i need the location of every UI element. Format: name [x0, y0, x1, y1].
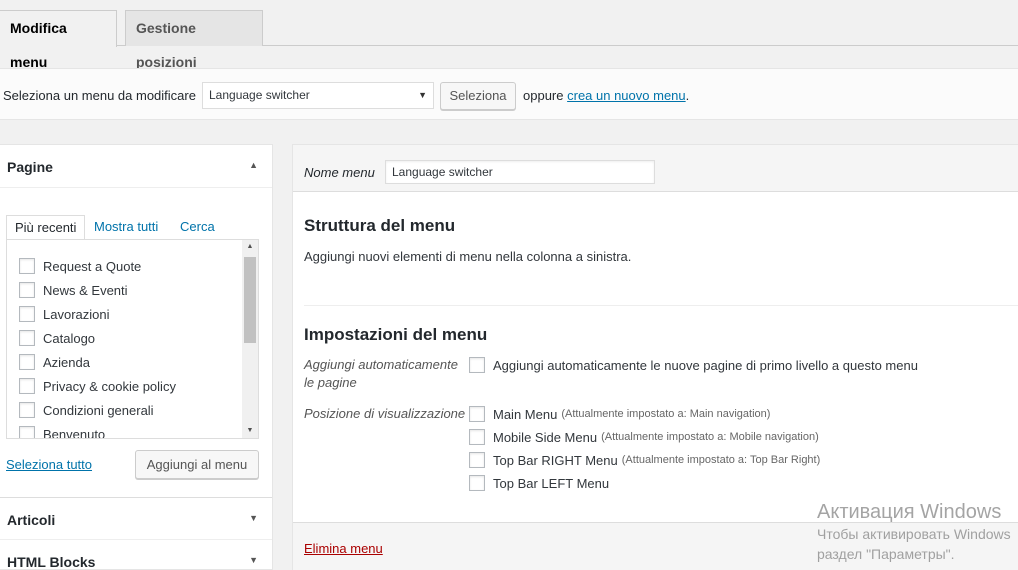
menu-name-label: Nome menu [304, 165, 375, 180]
accordion-articles-title: Articoli [7, 512, 56, 528]
location-note: (Attualmente impostato a: Top Bar Right) [621, 454, 821, 466]
menu-settings-title: Impostazioni del menu [304, 325, 488, 344]
location-name: Main Menu [493, 406, 558, 422]
menu-structure-title: Struttura del menu [304, 216, 456, 235]
expand-arrow-icon: ▼ [249, 513, 258, 523]
accordion-html-blocks-header[interactable]: HTML Blocks ▼ [0, 540, 272, 570]
dropdown-arrow-icon: ▼ [418, 90, 427, 100]
scroll-up-icon[interactable]: ▲ [242, 240, 258, 254]
page-label: Condizioni generali [43, 402, 154, 418]
windows-activation-watermark-line2: раздел "Параметры". [817, 546, 955, 562]
expand-arrow-icon: ▼ [249, 555, 258, 565]
subtab-search[interactable]: Cerca [180, 215, 215, 240]
divider [304, 305, 1018, 306]
page-label: Lavorazioni [43, 306, 110, 322]
list-item[interactable]: Catalogo [19, 328, 95, 348]
or-create-text: oppure crea un nuovo menu. [523, 88, 689, 103]
page-label: Request a Quote [43, 258, 142, 274]
add-menu-items-panel: Pagine ▲ Più recenti Mostra tutti Cerca … [0, 144, 273, 570]
scroll-down-icon[interactable]: ▼ [242, 424, 258, 438]
location-note: (Attualmente impostato a: Mobile navigat… [601, 431, 819, 443]
list-item[interactable]: News & Eventi [19, 280, 128, 300]
page-label: Azienda [43, 354, 90, 370]
page-checkbox[interactable] [19, 330, 35, 346]
page-checkbox[interactable] [19, 354, 35, 370]
windows-activation-watermark-line1: Чтобы активировать Windows [817, 526, 1011, 542]
page-label: News & Eventi [43, 282, 128, 298]
location-checkbox[interactable] [469, 452, 485, 468]
or-text: oppure [523, 88, 564, 103]
menu-name-bar: Nome menu Language switcher [293, 145, 1018, 192]
list-item[interactable]: Privacy & cookie policy [19, 376, 176, 396]
list-scrollbar[interactable]: ▲ ▼ [242, 240, 258, 438]
list-item[interactable]: Lavorazioni [19, 304, 110, 324]
location-checkbox[interactable] [469, 475, 485, 491]
page-checkbox[interactable] [19, 282, 35, 298]
menu-name-input[interactable]: Language switcher [385, 160, 655, 184]
tab-edit-menu[interactable]: Modifica menu [0, 10, 117, 70]
list-item[interactable]: Benvenuto [19, 424, 106, 439]
location-name: Top Bar LEFT Menu [493, 475, 610, 491]
display-location-label: Posizione di visualizzazione [304, 406, 466, 421]
list-item[interactable]: Request a Quote [19, 256, 141, 276]
subtab-most-recent[interactable]: Più recenti [6, 215, 85, 240]
select-menu-button[interactable]: Seleziona [440, 82, 516, 110]
delete-menu-link[interactable]: Elimina menu [304, 541, 383, 556]
list-item[interactable]: Azienda [19, 352, 90, 372]
subtab-view-all[interactable]: Mostra tutti [94, 215, 158, 240]
location-note: (Attualmente impostato a: Main navigatio… [561, 408, 771, 420]
accordion-articles-header[interactable]: Articoli ▼ [0, 497, 272, 540]
location-checkbox[interactable] [469, 406, 485, 422]
list-item[interactable]: Condizioni generali [19, 400, 154, 420]
select-all-link[interactable]: Seleziona tutto [6, 457, 92, 472]
menu-select-dropdown[interactable]: Language switcher ▼ [202, 82, 434, 109]
select-menu-label: Seleziona un menu da modificare [3, 88, 196, 103]
page-label: Catalogo [43, 330, 96, 346]
accordion-pages-title: Pagine [7, 159, 53, 175]
location-name: Top Bar RIGHT Menu [493, 452, 618, 468]
location-option-top-bar-right[interactable]: Top Bar RIGHT Menu (Attualmente impostat… [469, 451, 820, 469]
auto-add-pages-label: Aggiungi automaticamente le pagine [304, 357, 458, 390]
select-menu-bar: Seleziona un menu da modificare Language… [0, 68, 1018, 120]
auto-add-checkbox[interactable] [469, 357, 485, 373]
add-to-menu-button[interactable]: Aggiungi al menu [135, 450, 259, 479]
tab-manage-locations[interactable]: Gestione posizioni [125, 10, 263, 70]
page-checkbox[interactable] [19, 402, 35, 418]
page-checkbox[interactable] [19, 306, 35, 322]
page-label: Benvenuto [43, 426, 106, 439]
accordion-pages-header[interactable]: Pagine ▲ [0, 145, 272, 188]
location-checkbox[interactable] [469, 429, 485, 445]
page-label: Privacy & cookie policy [43, 378, 176, 394]
period: . [685, 88, 690, 103]
page-checkbox[interactable] [19, 426, 35, 438]
page-checkbox[interactable] [19, 378, 35, 394]
page-checkbox[interactable] [19, 258, 35, 274]
location-option-top-bar-left[interactable]: Top Bar LEFT Menu [469, 474, 609, 492]
location-option-mobile-side-menu[interactable]: Mobile Side Menu (Attualmente impostato … [469, 428, 819, 446]
auto-add-pages-option[interactable]: Aggiungi automaticamente le nuove pagine… [469, 356, 918, 374]
auto-add-option-label: Aggiungi automaticamente le nuove pagine… [493, 357, 918, 373]
pages-checklist[interactable]: Request a Quote News & Eventi Lavorazion… [6, 239, 259, 439]
windows-activation-watermark-title: Активация Windows [817, 501, 1002, 523]
collapse-arrow-icon: ▲ [249, 160, 258, 170]
menu-structure-description: Aggiungi nuovi elementi di menu nella co… [304, 249, 632, 264]
create-new-menu-link[interactable]: crea un nuovo menu [567, 88, 686, 103]
nav-tab-wrapper: Modifica menu Gestione posizioni [0, 0, 1018, 70]
scrollbar-thumb[interactable] [244, 257, 256, 343]
location-name: Mobile Side Menu [493, 429, 598, 445]
accordion-html-blocks-title: HTML Blocks [7, 554, 96, 570]
menu-select-value: Language switcher [209, 88, 310, 102]
location-option-main-menu[interactable]: Main Menu (Attualmente impostato a: Main… [469, 405, 770, 423]
